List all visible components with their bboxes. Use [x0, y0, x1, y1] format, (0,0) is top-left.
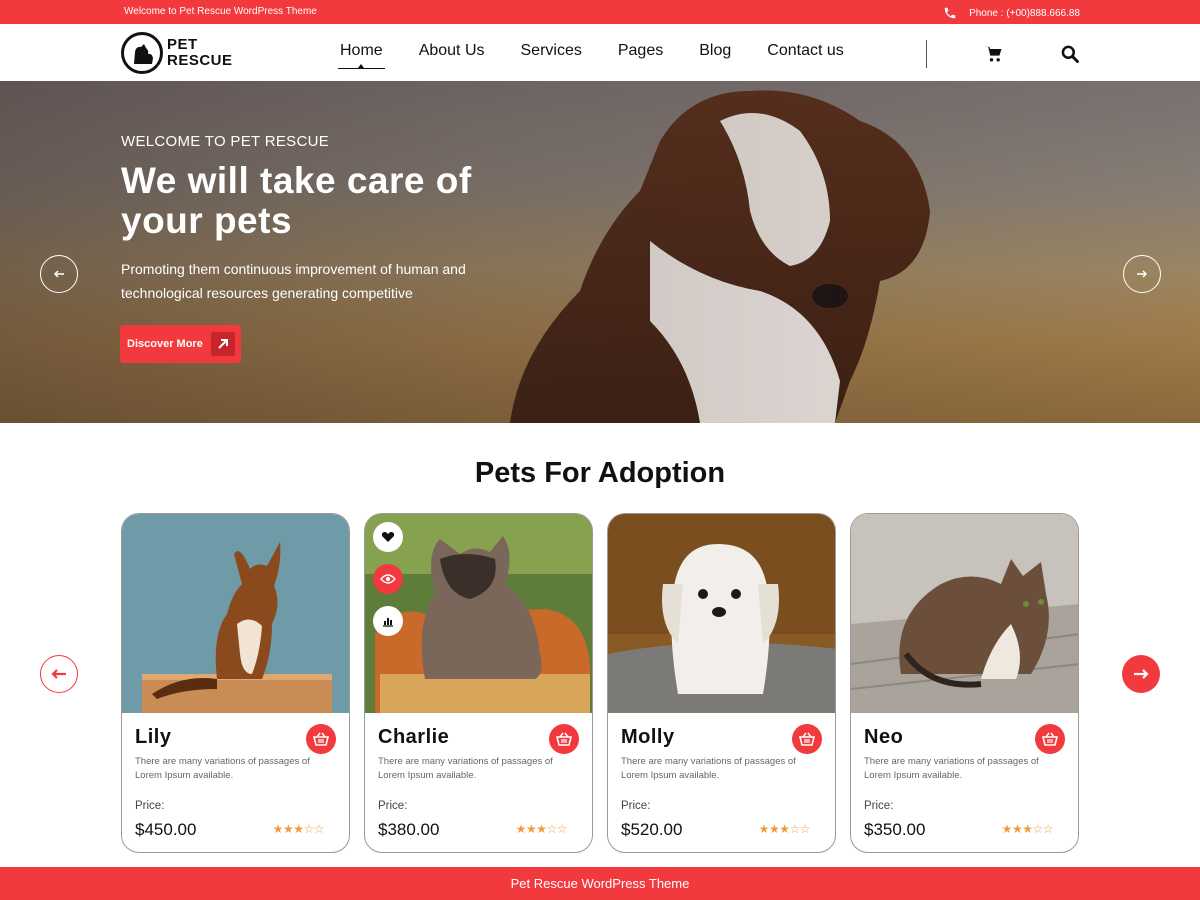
pet-card[interactable]: Molly There are many variations of passa… [607, 513, 836, 853]
star-filled-icon: ★ [1001, 822, 1013, 836]
star-rating: ★★★☆☆ [1001, 822, 1054, 836]
nav-home[interactable]: Home [338, 42, 385, 69]
hero-title: We will take care of your pets [121, 160, 472, 241]
pet-name: Charlie [378, 726, 450, 748]
quick-view-button[interactable] [373, 564, 403, 594]
pets-prev-button[interactable] [40, 655, 78, 693]
cart-icon[interactable] [984, 44, 1004, 69]
star-empty-icon: ☆ [1042, 822, 1054, 836]
pet-name: Neo [864, 726, 904, 748]
hero-subtitle: WELCOME TO PET RESCUE [121, 133, 330, 150]
section-title: Pets For Adoption [474, 457, 726, 489]
heart-icon [381, 532, 395, 542]
star-empty-icon: ☆ [303, 822, 314, 836]
add-to-cart-button[interactable] [1035, 724, 1065, 754]
wishlist-button[interactable] [373, 522, 403, 552]
star-filled-icon: ★ [1011, 822, 1023, 836]
discover-more-button[interactable]: Discover More [120, 325, 241, 363]
main-nav: Home About Us Services Pages Blog Contac… [338, 42, 880, 69]
star-empty-icon: ☆ [313, 822, 325, 836]
basket-icon [1042, 732, 1058, 746]
price-label: Price: [135, 800, 165, 812]
star-filled-icon: ★ [293, 822, 304, 836]
basket-icon [799, 732, 815, 746]
phone-info[interactable]: Phone : (+00)888.666.88 [943, 6, 1080, 20]
site-logo[interactable]: PET RESCUE [121, 32, 233, 74]
star-filled-icon: ★ [768, 822, 780, 836]
hero-slider: WELCOME TO PET RESCUE We will take care … [0, 81, 1200, 423]
star-empty-icon: ☆ [556, 822, 568, 836]
arrow-left-icon [51, 669, 66, 679]
pet-name: Lily [135, 726, 172, 748]
basket-icon [313, 732, 329, 746]
pet-description: There are many variations of passages of… [864, 756, 1039, 781]
add-to-cart-button[interactable] [306, 724, 336, 754]
hero-description: Promoting them continuous improvement of… [121, 261, 466, 301]
pet-image-chihuahua [122, 514, 349, 713]
pet-price: $450.00 [135, 820, 197, 839]
hero-prev-button[interactable] [40, 255, 78, 293]
main-header: PET RESCUE Home About Us Services Pages … [0, 24, 1200, 81]
paw-logo-icon [121, 32, 163, 74]
basket-icon [556, 732, 572, 746]
pet-description: There are many variations of passages of… [135, 756, 310, 781]
top-bar: Welcome to Pet Rescue WordPress Theme Ph… [0, 0, 1200, 24]
star-filled-icon: ★ [758, 822, 770, 836]
star-rating: ★★★☆☆ [272, 822, 325, 836]
star-empty-icon: ☆ [799, 822, 811, 836]
pet-price: $350.00 [864, 820, 926, 839]
bar-chart-icon [383, 618, 393, 627]
star-filled-icon: ★ [536, 822, 547, 836]
search-icon[interactable] [1060, 44, 1080, 69]
nav-about-us[interactable]: About Us [419, 42, 485, 60]
pet-card[interactable]: Lily There are many variations of passag… [121, 513, 350, 853]
star-filled-icon: ★ [779, 822, 790, 836]
star-empty-icon: ☆ [1032, 822, 1043, 836]
add-to-cart-button[interactable] [792, 724, 822, 754]
star-empty-icon: ☆ [546, 822, 557, 836]
arrow-right-icon [1134, 669, 1149, 679]
pet-image-tabby-cat [851, 514, 1078, 713]
pet-image-maltese [608, 514, 835, 713]
welcome-text: Welcome to Pet Rescue WordPress Theme [124, 6, 317, 17]
compare-button[interactable] [373, 606, 403, 636]
price-label: Price: [378, 800, 408, 812]
nav-pages[interactable]: Pages [618, 42, 663, 60]
nav-services[interactable]: Services [521, 42, 582, 60]
arrow-right-icon [1137, 270, 1148, 278]
star-rating: ★★★☆☆ [515, 822, 568, 836]
pet-card[interactable]: Neo There are many variations of passage… [850, 513, 1079, 853]
star-empty-icon: ☆ [789, 822, 800, 836]
price-label: Price: [864, 800, 894, 812]
add-to-cart-button[interactable] [549, 724, 579, 754]
logo-line-2: RESCUE [167, 52, 233, 69]
arrow-up-right-icon [210, 332, 235, 356]
star-filled-icon: ★ [515, 822, 527, 836]
hero-next-button[interactable] [1123, 255, 1161, 293]
phone-number: Phone : (+00)888.666.88 [969, 7, 1080, 19]
footer-bar: Pet Rescue WordPress Theme [0, 867, 1200, 900]
phone-icon [944, 7, 956, 19]
nav-blog[interactable]: Blog [699, 42, 731, 60]
pet-description: There are many variations of passages of… [621, 756, 796, 781]
pets-next-button[interactable] [1122, 655, 1160, 693]
star-filled-icon: ★ [272, 822, 284, 836]
logo-line-1: PET [167, 36, 198, 53]
pet-card[interactable]: Charlie There are many variations of pas… [364, 513, 593, 853]
star-rating: ★★★☆☆ [758, 822, 811, 836]
header-divider [926, 40, 927, 68]
eye-icon [380, 574, 396, 584]
star-filled-icon: ★ [282, 822, 294, 836]
price-label: Price: [621, 800, 651, 812]
pet-price: $380.00 [378, 820, 440, 839]
nav-contact-us[interactable]: Contact us [767, 42, 843, 60]
discover-more-label: Discover More [127, 338, 203, 350]
pet-description: There are many variations of passages of… [378, 756, 553, 781]
star-filled-icon: ★ [1022, 822, 1033, 836]
pet-name: Molly [621, 726, 675, 748]
arrow-left-icon [53, 270, 64, 278]
pet-price: $520.00 [621, 820, 683, 839]
star-filled-icon: ★ [525, 822, 537, 836]
